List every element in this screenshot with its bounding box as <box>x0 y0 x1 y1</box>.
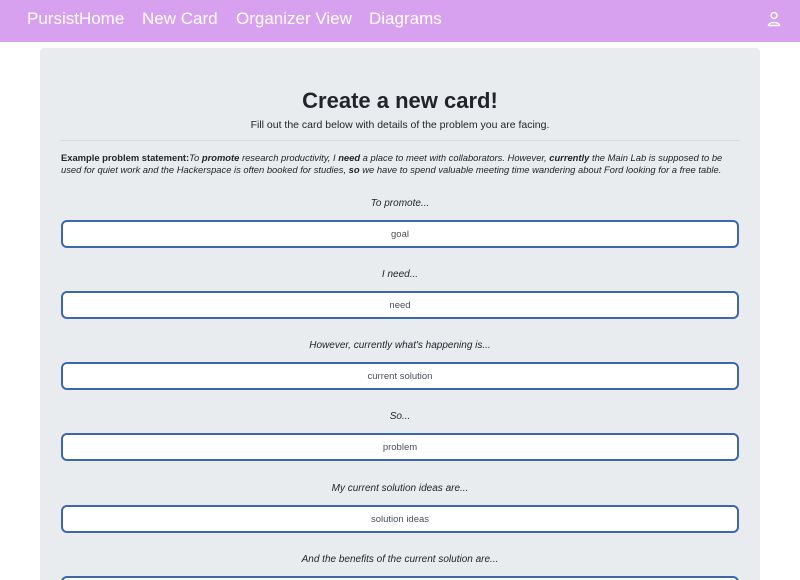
card-form-panel: Create a new card! Fill out the card bel… <box>40 48 760 580</box>
page-title: Create a new card! <box>302 88 498 113</box>
nav-link-organizer-view[interactable]: Organizer View <box>236 9 352 29</box>
example-label: Example problem statement: <box>61 152 190 163</box>
need-input[interactable] <box>61 291 739 319</box>
goal-prompt: To promote... <box>370 198 430 209</box>
example-problem-statement: Example problem statement:To promote res… <box>61 152 741 176</box>
problem-input[interactable] <box>61 433 739 461</box>
benefits-input[interactable] <box>61 576 739 580</box>
page-subtitle: Fill out the card below with details of … <box>250 119 550 131</box>
solution-ideas-prompt: My current solution ideas are... <box>331 483 469 494</box>
solution-ideas-input[interactable] <box>61 505 739 533</box>
goal-input[interactable] <box>61 220 739 248</box>
benefits-prompt: And the benefits of the current solution… <box>301 554 499 565</box>
user-icon[interactable] <box>765 10 783 28</box>
current-solution-prompt: However, currently what's happening is..… <box>309 340 491 351</box>
nav-link-home[interactable]: PursistHome <box>27 9 124 29</box>
divider <box>60 140 740 141</box>
nav-link-diagrams[interactable]: Diagrams <box>369 9 442 29</box>
need-prompt: I need... <box>381 269 419 280</box>
current-solution-input[interactable] <box>61 362 739 390</box>
nav-link-new-card[interactable]: New Card <box>142 9 218 29</box>
navbar: PursistHome New Card Organizer View Diag… <box>0 0 800 42</box>
problem-prompt: So... <box>389 411 411 422</box>
